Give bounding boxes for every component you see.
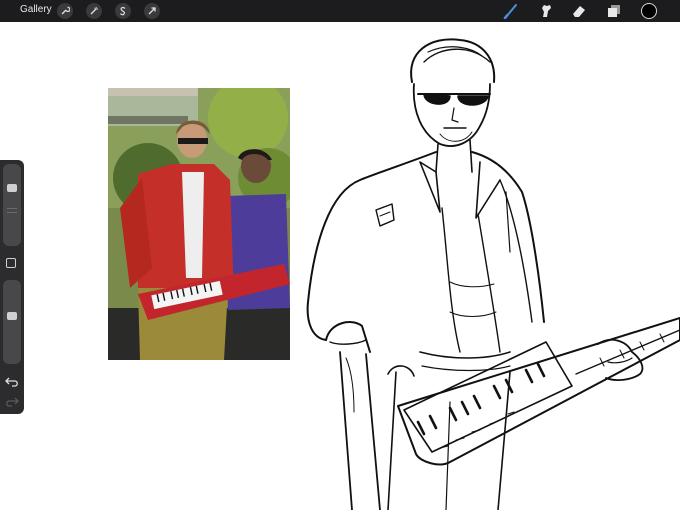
brush-size-knob[interactable]	[7, 184, 17, 192]
modifier-button[interactable]	[6, 258, 16, 268]
smudge-icon[interactable]	[537, 2, 555, 20]
reference-photo	[108, 88, 290, 360]
wrench-icon[interactable]	[57, 3, 73, 19]
top-toolbar: Gallery	[0, 0, 680, 22]
left-sidebar	[0, 160, 24, 414]
magic-wand-icon[interactable]	[86, 3, 102, 19]
opacity-slider[interactable]	[3, 280, 21, 364]
layers-icon[interactable]	[605, 2, 623, 20]
brush-icon[interactable]	[502, 2, 520, 20]
brush-size-slider[interactable]	[3, 164, 21, 246]
gallery-button[interactable]: Gallery	[20, 4, 52, 15]
eraser-icon[interactable]	[570, 2, 588, 20]
undo-icon[interactable]	[5, 376, 19, 388]
color-picker-button[interactable]	[641, 3, 657, 19]
selection-icon[interactable]	[115, 3, 131, 19]
opacity-knob[interactable]	[7, 312, 17, 320]
line-sketch	[300, 22, 680, 511]
transform-arrow-icon[interactable]	[144, 3, 160, 19]
redo-icon[interactable]	[5, 396, 19, 408]
